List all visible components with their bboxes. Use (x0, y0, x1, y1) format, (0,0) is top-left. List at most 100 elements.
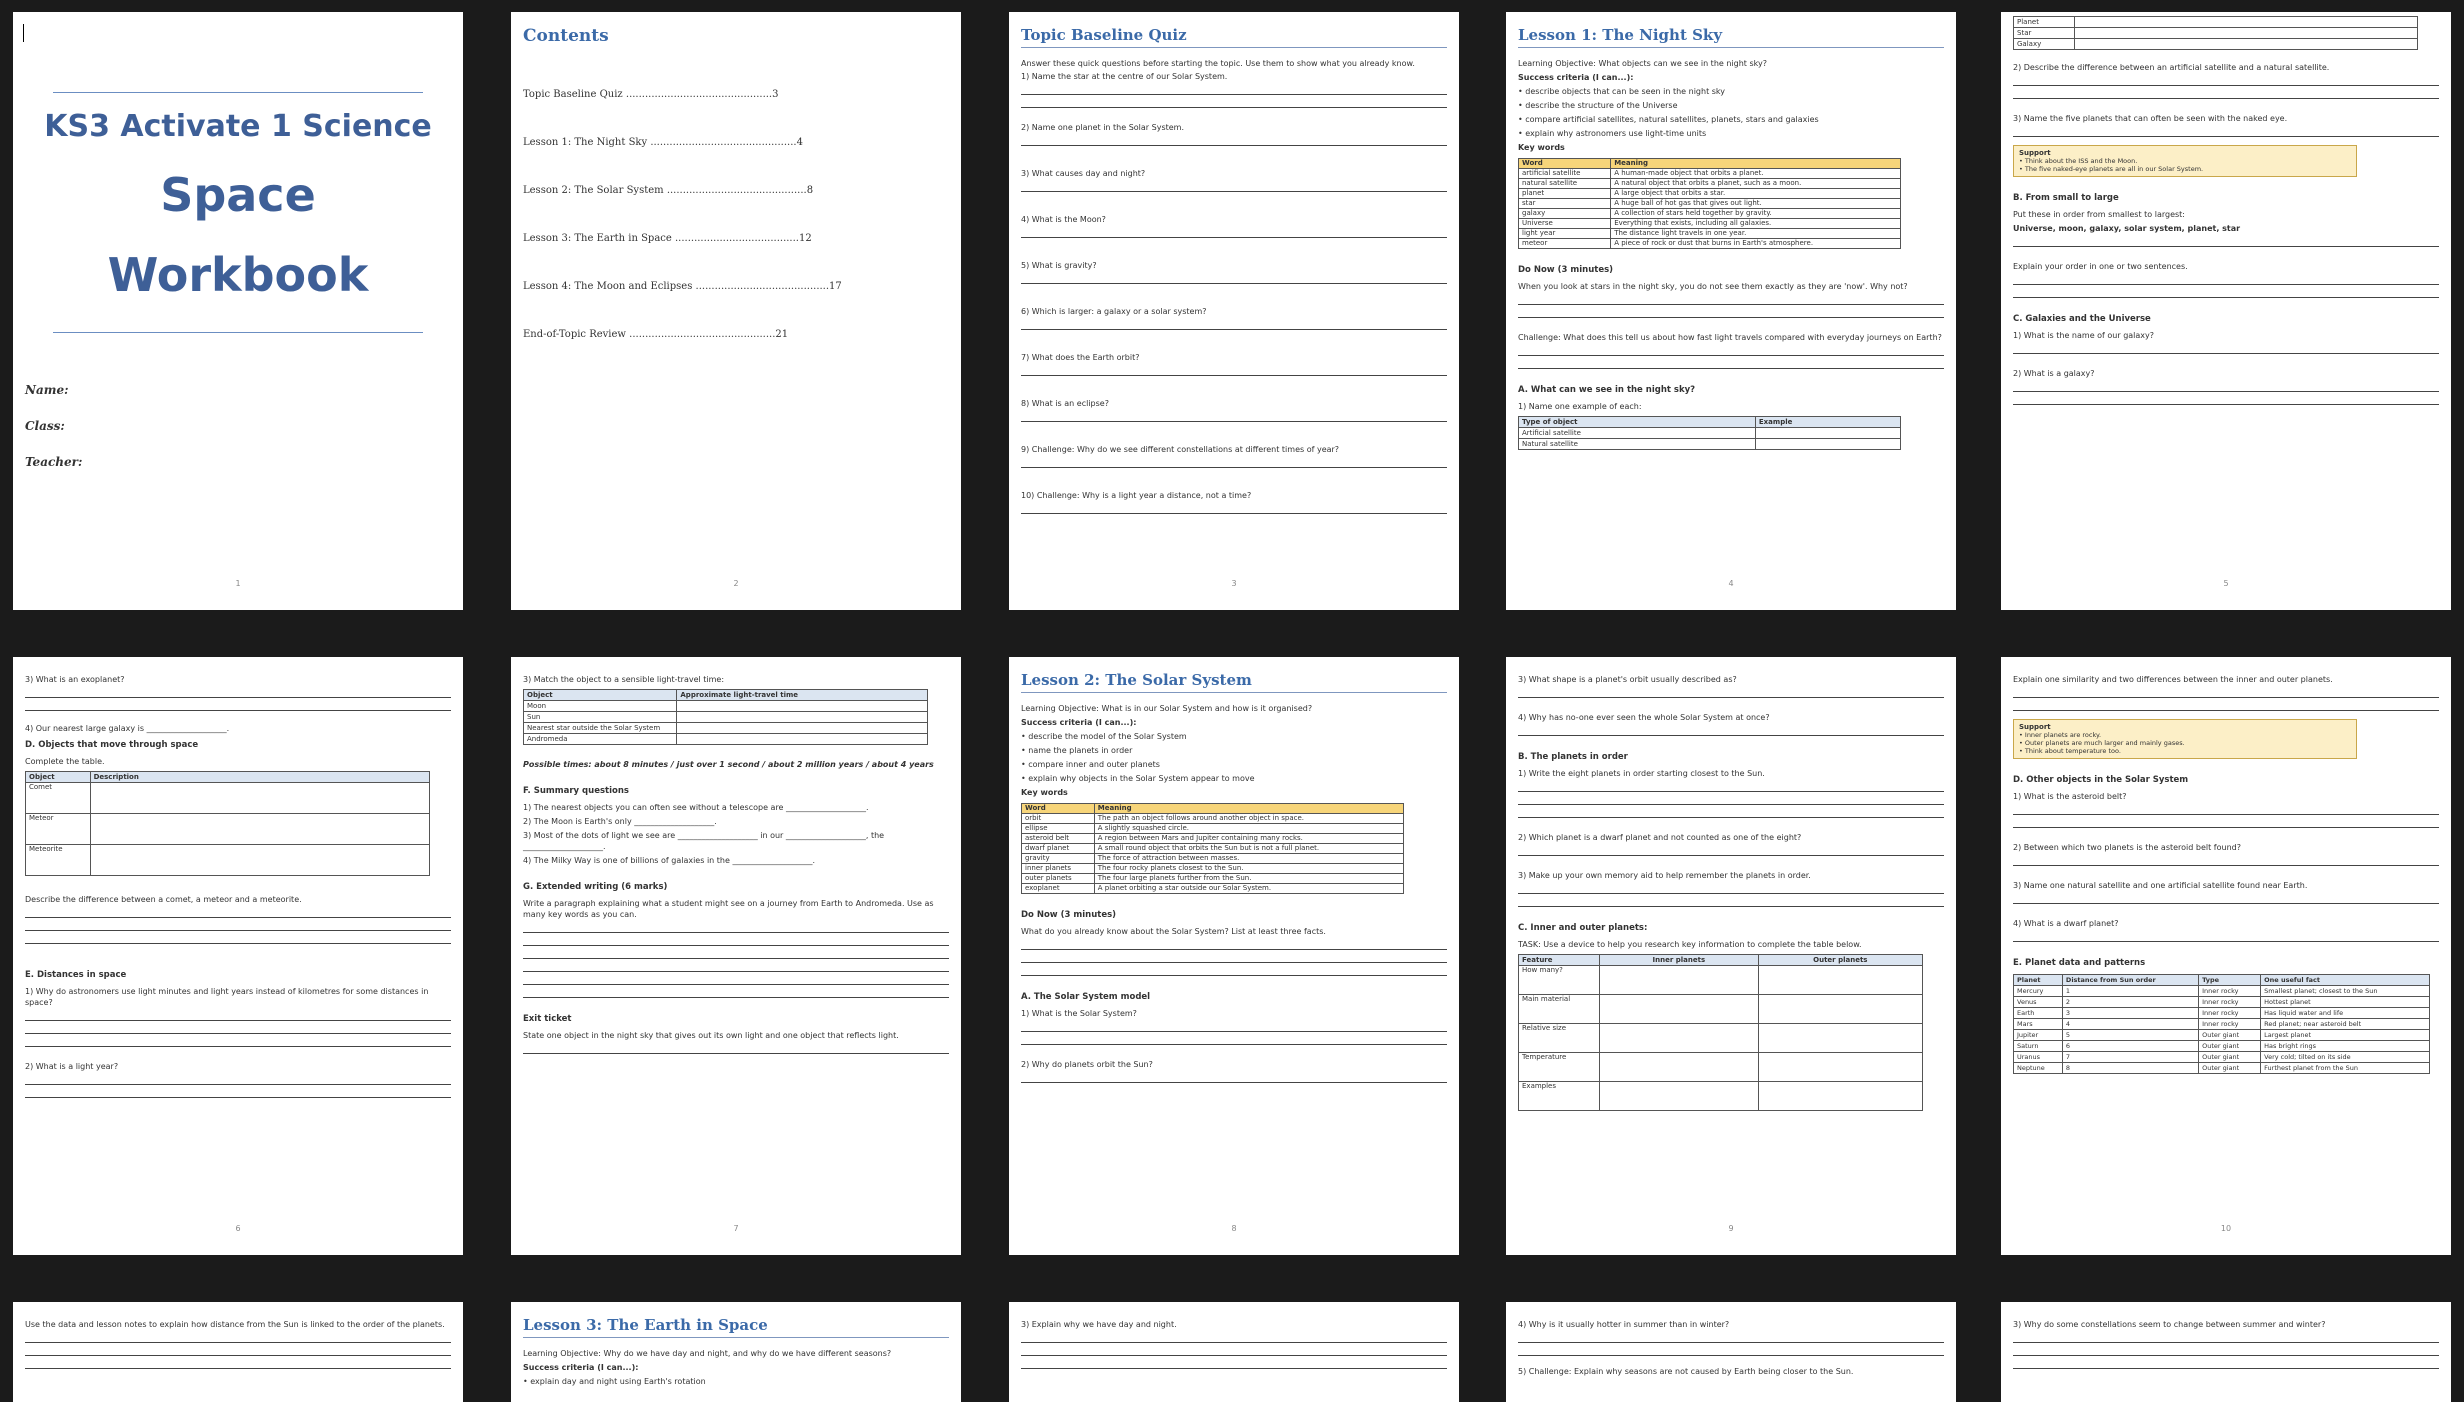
toc-item[interactable]: Lesson 3: The Earth in Space ...........… (523, 233, 949, 244)
question: 3) What shape is a planet's orbit usuall… (1518, 675, 1737, 684)
instruction: Complete the table. (25, 757, 105, 766)
page-5: Planet Star Galaxy 2) Describe the diffe… (2001, 12, 2451, 610)
page-number: 1 (235, 579, 241, 588)
learning-objective: Learning Objective: What objects can we … (1518, 59, 1767, 68)
quiz-intro: Answer these quick questions before star… (1021, 59, 1415, 68)
question: State one object in the night sky that g… (523, 1031, 899, 1040)
cover-title-line1: Space (160, 168, 316, 222)
cover-title-line2: Workbook (107, 248, 369, 302)
examples-table: Type of object Example Artificial satelli… (1518, 416, 1902, 450)
page-10: Explain one similarity and two differenc… (2001, 657, 2451, 1255)
keywords-heading: Key words (1021, 788, 1068, 797)
quiz-question: 2) Name one planet in the Solar System. (1021, 123, 1185, 132)
toc-item[interactable]: Topic Baseline Quiz ....................… (523, 89, 949, 100)
instruction: Put these in order from smallest to larg… (2013, 210, 2185, 219)
question: 4) What is a dwarf planet? (2013, 919, 2119, 928)
criteria-heading: Success criteria (I can...): (1021, 718, 1137, 727)
planet-data-table: Planet Distance from Sun order Type One use… (2013, 974, 2431, 1074)
toc-item[interactable]: End-of-Topic Review ....................… (523, 329, 949, 340)
criteria-item: • describe objects that can be seen in t… (1518, 87, 1725, 96)
toc-item[interactable]: Lesson 4: The Moon and Eclipses ........… (523, 281, 949, 292)
question: 2) What is a galaxy? (2013, 369, 2095, 378)
section-heading: C. Galaxies and the Universe (2013, 314, 2151, 324)
support-box: Support • Inner planets are rocky. • Out… (2013, 719, 2358, 759)
toc-item[interactable]: Lesson 2: The Solar System .............… (523, 185, 949, 196)
page-cover: KS3 Activate 1 Science Space Workbook Na… (13, 12, 463, 610)
lesson1-title: Lesson 1: The Night Sky (1518, 26, 1944, 48)
page-9: 3) What shape is a planet's orbit usuall… (1506, 657, 1956, 1255)
question: 1) Name one example of each: (1518, 402, 1642, 411)
light-time-table: Object Approximate light-travel time Moon… (522, 689, 928, 745)
question: 1) What is the asteroid belt? (2013, 792, 2127, 801)
question: 2) Which planet is a dwarf planet and no… (1518, 833, 1802, 842)
donow-question: What do you already know about the Solar… (1021, 927, 1326, 936)
quiz-question: 6) Which is larger: a galaxy or a solar … (1021, 307, 1207, 316)
examples-table-cont: Planet Star Galaxy (2013, 16, 2418, 50)
question: 3) Name the five planets that can often … (2013, 114, 2288, 123)
question: 4) Why is it usually hotter in summer th… (1518, 1320, 1730, 1329)
donow-heading: Do Now (3 minutes) (1021, 910, 1117, 920)
criteria-item: • describe the model of the Solar System (1021, 732, 1187, 741)
quiz-question: 5) What is gravity? (1021, 261, 1097, 270)
page-number: 5 (2223, 579, 2229, 588)
page-lesson2: Lesson 2: The Solar System Learning Obje… (1009, 657, 1459, 1255)
criteria-item: • explain why objects in the Solar Syste… (1021, 774, 1255, 783)
quiz-question: 10) Challenge: Why is a light year a dis… (1021, 491, 1252, 500)
section-heading: F. Summary questions (523, 786, 629, 796)
quiz-question: 7) What does the Earth orbit? (1021, 353, 1140, 362)
question: 2) The Moon is Earth's only ____________… (523, 817, 717, 826)
section-heading: E. Planet data and patterns (2013, 958, 2146, 968)
task-instruction: TASK: Use a device to help you research … (1518, 940, 1862, 949)
cover-top-rule (53, 92, 423, 93)
section-heading: D. Other objects in the Solar System (2013, 775, 2189, 785)
keywords-table: Word Meaning artificial satellite A human-… (1517, 158, 1902, 249)
section-heading: C. Inner and outer planets: (1518, 923, 1648, 933)
criteria-heading: Success criteria (I can...): (1518, 73, 1634, 82)
page-6: 3) What is an exoplanet? 4) Our nearest … (13, 657, 463, 1255)
question: 2) Why do planets orbit the Sun? (1021, 1060, 1153, 1069)
quiz-title: Topic Baseline Quiz (1021, 26, 1447, 48)
question: 1) What is the name of our galaxy? (2013, 331, 2155, 340)
keywords-heading: Key words (1518, 143, 1565, 152)
question: 2) Between which two planets is the aste… (2013, 843, 2241, 852)
question: 2) What is a light year? (25, 1062, 119, 1071)
question: 1) Why do astronomers use light minutes … (25, 987, 429, 1007)
support-box: Support • Think about the ISS and the Mo… (2013, 145, 2358, 177)
criteria-heading: Success criteria (I can...): (523, 1363, 639, 1372)
lesson3-title: Lesson 3: The Earth in Space (523, 1316, 949, 1338)
section-heading: A. What can we see in the night sky? (1518, 385, 1696, 395)
criteria-item: • describe the structure of the Universe (1518, 101, 1678, 110)
possible-times: Possible times: about 8 minutes / just o… (523, 760, 934, 769)
learning-objective: Learning Objective: Why do we have day a… (523, 1349, 892, 1358)
question: 1) What is the Solar System? (1021, 1009, 1137, 1018)
learning-objective: Learning Objective: What is in our Solar… (1021, 704, 1313, 713)
question: Use the data and lesson notes to explain… (25, 1320, 445, 1329)
question: 3) Why do some constellations seem to ch… (2013, 1320, 2326, 1329)
objects-table: Object Description Comet Meteor Meteorite (25, 771, 430, 876)
question: Explain one similarity and two differenc… (2013, 675, 2333, 684)
planets-comparison-table: Feature Inner planets Outer planets How ma… (1518, 954, 1923, 1111)
exit-ticket-heading: Exit ticket (523, 1014, 572, 1024)
page-11: Use the data and lesson notes to explain… (13, 1302, 463, 1402)
donow-question: When you look at stars in the night sky,… (1518, 282, 1908, 291)
contents-title: Contents (523, 26, 609, 46)
toc-item[interactable]: Lesson 1: The Night Sky ................… (523, 137, 949, 148)
page-baseline-quiz: Topic Baseline Quiz Answer these quick q… (1009, 12, 1459, 610)
page-number: 9 (1728, 1224, 1734, 1233)
criteria-item: • name the planets in order (1021, 746, 1133, 755)
criteria-item: • compare inner and outer planets (1021, 760, 1160, 769)
page-15: 3) Why do some constellations seem to ch… (2001, 1302, 2451, 1402)
section-heading: G. Extended writing (6 marks) (523, 882, 668, 892)
question: 2) Describe the difference between an ar… (2013, 63, 2330, 72)
quiz-question: 4) What is the Moon? (1021, 215, 1106, 224)
donow-heading: Do Now (3 minutes) (1518, 265, 1614, 275)
page-number: 10 (2220, 1224, 2232, 1233)
page-7: 3) Match the object to a sensible light-… (511, 657, 961, 1255)
page-number: 2 (733, 579, 739, 588)
cover-course: KS3 Activate 1 Science (44, 109, 432, 144)
page-lesson1: Lesson 1: The Night Sky Learning Objecti… (1506, 12, 1956, 610)
quiz-question: 1) Name the star at the centre of our So… (1021, 72, 1228, 81)
section-heading: B. From small to large (2013, 193, 2119, 203)
question: 3) Name one natural satellite and one ar… (2013, 881, 2308, 890)
question: Explain your order in one or two sentenc… (2013, 262, 2188, 271)
